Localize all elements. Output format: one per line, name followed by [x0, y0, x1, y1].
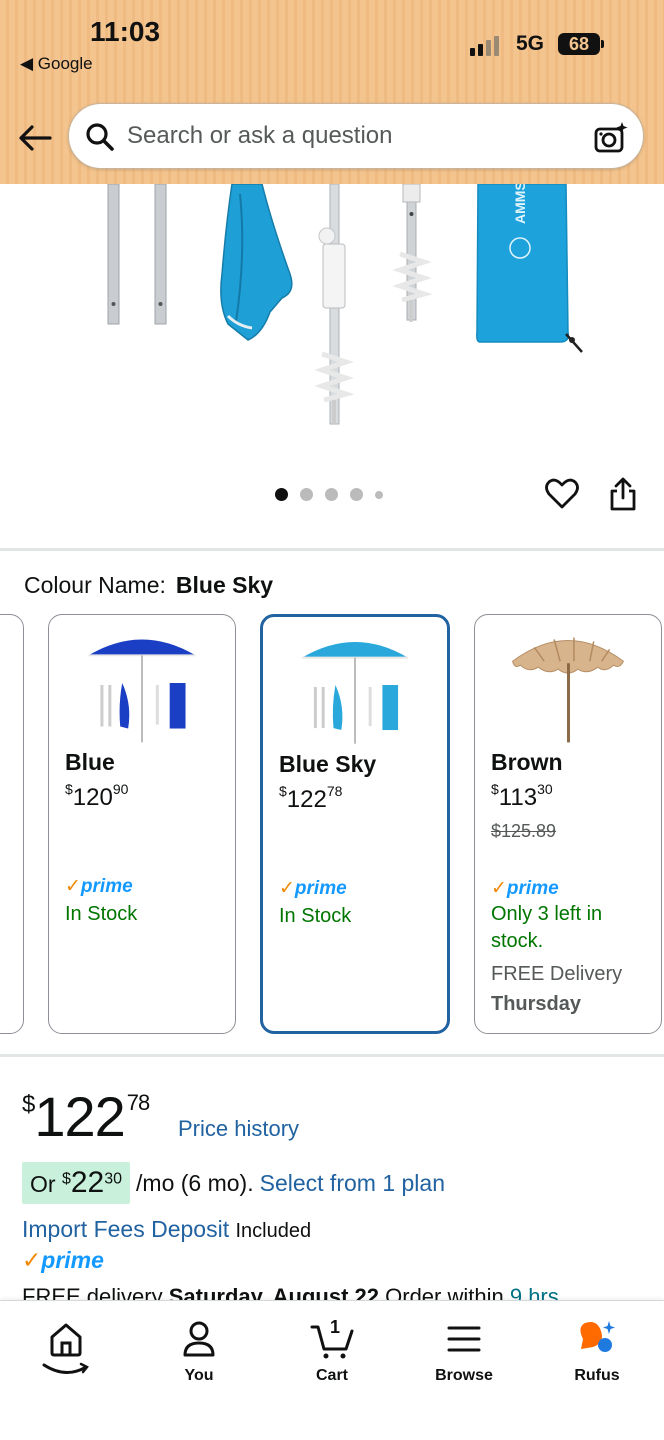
main-price: $12278: [22, 1085, 150, 1148]
home-icon: [50, 1323, 82, 1357]
prime-badge: ✓prime: [279, 878, 347, 899]
bottom-nav: You 1 Cart Browse Rufus: [0, 1300, 664, 1440]
stock-status: In Stock: [279, 905, 352, 927]
carousel-dot[interactable]: [275, 488, 288, 501]
nav-you[interactable]: You: [139, 1315, 259, 1385]
status-time: 11:03: [90, 16, 161, 47]
swatch-brown-image: [512, 637, 625, 743]
camera-search-icon[interactable]: [593, 120, 629, 156]
carousel-dots[interactable]: [275, 488, 383, 501]
section-divider: [0, 1054, 664, 1057]
carousel-dot[interactable]: [350, 488, 363, 501]
nav-browse[interactable]: Browse: [404, 1315, 524, 1385]
installment-badge: Or $2230: [22, 1162, 131, 1204]
installment-offer: Or $2230 /mo (6 mo). Select from 1 plan: [22, 1162, 445, 1204]
carousel-dot[interactable]: [300, 488, 313, 501]
colour-name-label: Colour Name: Blue Sky: [24, 572, 273, 599]
back-app-label: Google: [37, 54, 93, 73]
nav-rufus[interactable]: Rufus: [537, 1315, 657, 1385]
swatch-brown[interactable]: Brown $11330 $125.89 ✓prime Only 3 left …: [474, 614, 662, 1034]
swatch-name: Blue: [65, 749, 115, 775]
import-fees-link[interactable]: Import Fees Deposit: [22, 1216, 229, 1242]
signal-icon: [470, 34, 499, 56]
back-to-app-link[interactable]: ◀ Google: [20, 54, 93, 74]
svg-text:AMMS: AMMS: [512, 184, 528, 224]
price-history-link[interactable]: Price history: [178, 1116, 299, 1142]
rufus-icon: [580, 1321, 615, 1352]
search-input[interactable]: [127, 122, 577, 150]
search-bar[interactable]: [68, 103, 644, 169]
nav-cart[interactable]: 1 Cart: [272, 1315, 392, 1385]
import-fees: Import Fees Deposit Included: [22, 1216, 311, 1243]
nav-cart-label: Cart: [315, 1367, 348, 1384]
swatch-list-price: $125.89: [491, 821, 557, 841]
swatch-price: $12090: [65, 781, 129, 811]
heart-icon[interactable]: [544, 476, 580, 512]
nav-home[interactable]: [6, 1315, 126, 1377]
swatch-partial[interactable]: [0, 614, 24, 1034]
swatch-blue-sky-image: [302, 641, 408, 744]
stock-status: Only 3 left in stock.: [491, 903, 603, 952]
back-arrow-icon[interactable]: [16, 118, 56, 158]
prime-badge: ✓prime: [491, 878, 559, 899]
product-image[interactable]: AMMS: [0, 184, 664, 474]
prime-logo: ✓prime: [22, 1247, 104, 1273]
app-header: 11:03 ◀ Google 5G 68: [0, 0, 664, 184]
colour-label-text: Colour Name:: [24, 572, 166, 598]
swatch-delivery: FREE Delivery Thursday: [491, 963, 623, 1015]
battery-tip: [601, 40, 604, 48]
select-plan-link[interactable]: Select from 1 plan: [260, 1170, 445, 1197]
import-fees-status: Included: [235, 1220, 312, 1242]
network-type: 5G: [516, 32, 545, 55]
cart-count: 1: [330, 1317, 341, 1337]
nav-rufus-label: Rufus: [574, 1367, 620, 1384]
search-icon: [86, 123, 114, 151]
installment-suffix: /mo (6 mo).: [136, 1169, 254, 1196]
smile-icon: [42, 1362, 89, 1374]
prime-badge: ✓prime: [65, 876, 133, 897]
colour-value: Blue Sky: [175, 572, 274, 598]
carousel-dot[interactable]: [375, 490, 383, 499]
swatch-name: Blue Sky: [279, 751, 377, 777]
share-icon[interactable]: [606, 476, 640, 512]
swatch-price: $11330: [491, 781, 553, 811]
stock-status: In Stock: [65, 903, 138, 925]
swatch-blue-image: [88, 639, 196, 743]
battery-icon: 68: [558, 33, 600, 55]
nav-browse-label: Browse: [435, 1367, 493, 1384]
person-icon: [183, 1321, 215, 1357]
swatch-name: Brown: [491, 749, 563, 775]
swatch-blue[interactable]: Blue $12090 ✓prime In Stock: [48, 614, 236, 1034]
section-divider: [0, 548, 664, 551]
swatch-price: $12278: [279, 783, 343, 813]
carousel-dot[interactable]: [325, 488, 338, 501]
menu-icon: [447, 1326, 481, 1352]
nav-you-label: You: [184, 1367, 214, 1384]
swatch-blue-sky[interactable]: Blue Sky $12278 ✓prime In Stock: [260, 614, 450, 1034]
